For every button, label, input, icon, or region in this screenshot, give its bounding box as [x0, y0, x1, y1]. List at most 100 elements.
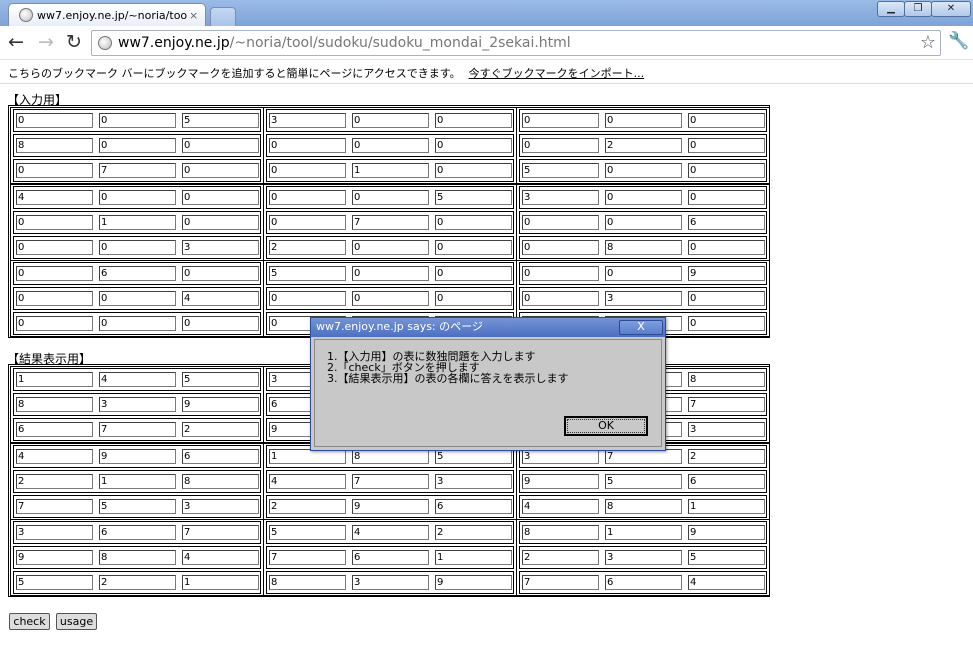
sudoku-cell-input[interactable]: 8: [16, 138, 93, 153]
sudoku-cell-input[interactable]: 0: [522, 215, 599, 230]
sudoku-cell-input[interactable]: 2: [16, 474, 93, 489]
sudoku-cell-input[interactable]: 1: [99, 215, 176, 230]
sudoku-cell-input[interactable]: 0: [269, 138, 346, 153]
sudoku-cell-input[interactable]: 0: [435, 163, 512, 178]
sudoku-cell-input[interactable]: 0: [688, 190, 765, 205]
sudoku-cell-input[interactable]: 5: [522, 163, 599, 178]
sudoku-cell-input[interactable]: 1: [435, 550, 512, 565]
sudoku-cell-input[interactable]: 0: [352, 113, 429, 128]
sudoku-cell-input[interactable]: 0: [688, 316, 765, 331]
sudoku-cell-input[interactable]: 3: [435, 474, 512, 489]
sudoku-cell-input[interactable]: 3: [269, 113, 346, 128]
sudoku-cell-input[interactable]: 0: [605, 266, 682, 281]
sudoku-cell-input[interactable]: 1: [269, 449, 346, 464]
sudoku-cell-input[interactable]: 2: [605, 138, 682, 153]
close-window-button[interactable]: ✕: [931, 1, 971, 17]
sudoku-cell-input[interactable]: 2: [522, 550, 599, 565]
sudoku-cell-input[interactable]: 2: [182, 422, 259, 437]
sudoku-cell-input[interactable]: 7: [352, 474, 429, 489]
sudoku-cell-input[interactable]: 0: [522, 291, 599, 306]
back-arrow-icon[interactable]: ←: [8, 33, 24, 52]
sudoku-cell-input[interactable]: 7: [99, 422, 176, 437]
sudoku-cell-input[interactable]: 2: [435, 525, 512, 540]
sudoku-cell-input[interactable]: 3: [522, 190, 599, 205]
sudoku-cell-input[interactable]: 1: [605, 525, 682, 540]
sudoku-cell-input[interactable]: 8: [522, 525, 599, 540]
sudoku-cell-input[interactable]: 5: [605, 474, 682, 489]
dialog-close-button[interactable]: X: [619, 320, 663, 335]
sudoku-cell-input[interactable]: 9: [688, 266, 765, 281]
sudoku-cell-input[interactable]: 0: [182, 138, 259, 153]
sudoku-cell-input[interactable]: 0: [688, 291, 765, 306]
sudoku-cell-input[interactable]: 0: [522, 113, 599, 128]
sudoku-cell-input[interactable]: 0: [16, 240, 93, 255]
browser-tab[interactable]: ww7.enjoy.ne.jp/~noria/tool/s ×: [8, 3, 206, 26]
maximize-button[interactable]: ❐: [904, 1, 932, 17]
sudoku-cell-input[interactable]: 0: [16, 291, 93, 306]
sudoku-cell-input[interactable]: 3: [182, 499, 259, 514]
sudoku-cell-input[interactable]: 8: [605, 499, 682, 514]
sudoku-cell-input[interactable]: 0: [16, 316, 93, 331]
sudoku-cell-input[interactable]: 0: [269, 291, 346, 306]
sudoku-cell-input[interactable]: 5: [269, 525, 346, 540]
sudoku-cell-input[interactable]: 0: [99, 113, 176, 128]
sudoku-cell-input[interactable]: 9: [99, 449, 176, 464]
sudoku-cell-input[interactable]: 0: [435, 240, 512, 255]
sudoku-cell-input[interactable]: 7: [16, 499, 93, 514]
sudoku-cell-input[interactable]: 8: [269, 575, 346, 590]
usage-button[interactable]: usage: [56, 613, 97, 630]
sudoku-cell-input[interactable]: 4: [522, 499, 599, 514]
sudoku-cell-input[interactable]: 5: [269, 266, 346, 281]
check-button[interactable]: check: [9, 613, 50, 630]
sudoku-cell-input[interactable]: 3: [605, 550, 682, 565]
sudoku-cell-input[interactable]: 4: [182, 291, 259, 306]
sudoku-cell-input[interactable]: 8: [16, 397, 93, 412]
sudoku-cell-input[interactable]: 0: [99, 240, 176, 255]
sudoku-cell-input[interactable]: 0: [352, 240, 429, 255]
sudoku-cell-input[interactable]: 5: [182, 372, 259, 387]
sudoku-cell-input[interactable]: 0: [605, 190, 682, 205]
sudoku-cell-input[interactable]: 8: [688, 372, 765, 387]
sudoku-cell-input[interactable]: 5: [435, 449, 512, 464]
sudoku-cell-input[interactable]: 5: [182, 113, 259, 128]
sudoku-cell-input[interactable]: 0: [99, 316, 176, 331]
sudoku-cell-input[interactable]: 0: [522, 240, 599, 255]
sudoku-cell-input[interactable]: 0: [522, 266, 599, 281]
sudoku-cell-input[interactable]: 0: [522, 138, 599, 153]
sudoku-cell-input[interactable]: 0: [435, 291, 512, 306]
sudoku-cell-input[interactable]: 0: [269, 190, 346, 205]
sudoku-cell-input[interactable]: 0: [99, 291, 176, 306]
sudoku-cell-input[interactable]: 9: [352, 499, 429, 514]
sudoku-cell-input[interactable]: 1: [352, 163, 429, 178]
sudoku-cell-input[interactable]: 7: [605, 449, 682, 464]
sudoku-cell-input[interactable]: 0: [688, 163, 765, 178]
sudoku-cell-input[interactable]: 0: [352, 190, 429, 205]
sudoku-cell-input[interactable]: 4: [182, 550, 259, 565]
sudoku-cell-input[interactable]: 5: [435, 190, 512, 205]
sudoku-cell-input[interactable]: 0: [688, 240, 765, 255]
sudoku-cell-input[interactable]: 7: [269, 550, 346, 565]
sudoku-cell-input[interactable]: 1: [688, 499, 765, 514]
sudoku-cell-input[interactable]: 0: [352, 138, 429, 153]
sudoku-cell-input[interactable]: 0: [16, 215, 93, 230]
sudoku-cell-input[interactable]: 0: [605, 163, 682, 178]
sudoku-cell-input[interactable]: 0: [352, 291, 429, 306]
sudoku-cell-input[interactable]: 5: [99, 499, 176, 514]
sudoku-cell-input[interactable]: 4: [269, 474, 346, 489]
sudoku-cell-input[interactable]: 5: [688, 550, 765, 565]
sudoku-cell-input[interactable]: 0: [435, 215, 512, 230]
sudoku-cell-input[interactable]: 7: [688, 397, 765, 412]
sudoku-cell-input[interactable]: 6: [182, 449, 259, 464]
sudoku-cell-input[interactable]: 8: [182, 474, 259, 489]
sudoku-cell-input[interactable]: 6: [99, 525, 176, 540]
sudoku-cell-input[interactable]: 4: [688, 575, 765, 590]
sudoku-cell-input[interactable]: 2: [269, 499, 346, 514]
sudoku-cell-input[interactable]: 0: [269, 215, 346, 230]
sudoku-cell-input[interactable]: 0: [435, 266, 512, 281]
sudoku-cell-input[interactable]: 4: [352, 525, 429, 540]
minimize-button[interactable]: ▁: [877, 1, 905, 17]
sudoku-cell-input[interactable]: 3: [605, 291, 682, 306]
sudoku-cell-input[interactable]: 9: [522, 474, 599, 489]
sudoku-cell-input[interactable]: 1: [182, 575, 259, 590]
sudoku-cell-input[interactable]: 8: [99, 550, 176, 565]
